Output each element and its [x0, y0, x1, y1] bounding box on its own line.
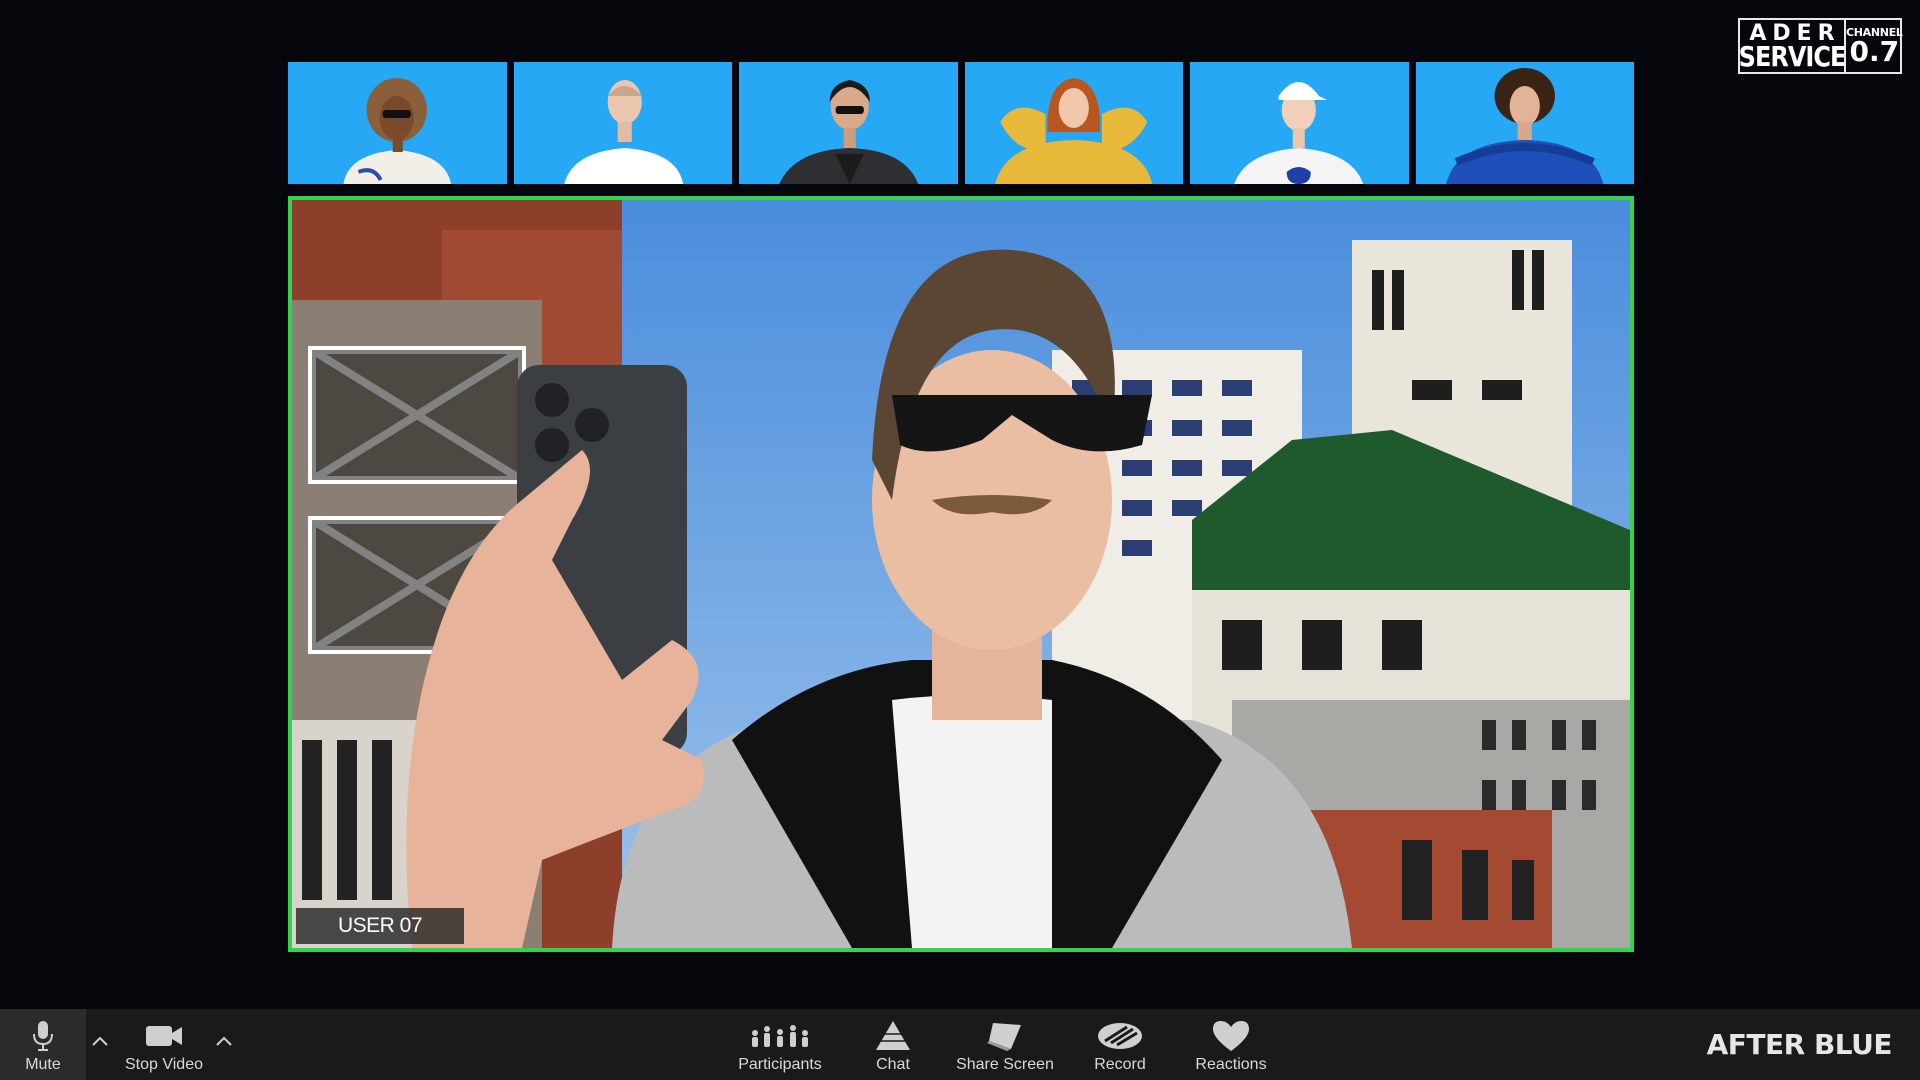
audio-options-chevron-up-icon[interactable]	[88, 1031, 112, 1051]
person-silhouette-icon	[343, 78, 452, 184]
person-silhouette-icon	[1234, 82, 1364, 184]
share-screen-button[interactable]: Share Screen	[950, 1009, 1060, 1080]
after-blue-logo: AFTER BLUE	[1706, 1028, 1893, 1061]
participants-label: Participants	[738, 1056, 822, 1073]
video-options-chevron-up-icon[interactable]	[212, 1031, 236, 1051]
brand-line-2: SERVICE	[1738, 40, 1847, 74]
participant-thumbnail-1[interactable]	[288, 62, 507, 184]
record-label: Record	[1094, 1056, 1146, 1073]
brand-logo-left: ADER SERVICE	[1738, 20, 1847, 74]
person-silhouette-icon	[779, 80, 919, 184]
video-camera-icon	[145, 1018, 183, 1054]
participant-thumbnail-2[interactable]	[513, 62, 732, 184]
heart-icon	[1211, 1018, 1251, 1054]
meeting-toolbar: Mute Stop Video Participants Chat Share …	[0, 1009, 1920, 1080]
participant-thumbnail-5[interactable]	[1190, 62, 1409, 184]
share-screen-label: Share Screen	[956, 1056, 1054, 1073]
record-button[interactable]: Record	[1085, 1009, 1155, 1080]
person-silhouette-icon	[1445, 68, 1603, 184]
brand-logo-right: CHANNEL 0.7	[1846, 20, 1903, 72]
person-silhouette-icon	[563, 80, 683, 184]
participant-thumbnail-4[interactable]	[964, 62, 1183, 184]
chat-label: Chat	[876, 1056, 910, 1073]
chat-pyramid-icon	[875, 1018, 911, 1054]
record-disc-icon	[1097, 1018, 1143, 1054]
chat-button[interactable]: Chat	[862, 1009, 924, 1080]
speaker-name-tag: USER 07	[296, 908, 464, 944]
brand-logo: ADER SERVICE CHANNEL 0.7	[1738, 18, 1903, 74]
reactions-label: Reactions	[1195, 1056, 1267, 1073]
person-silhouette-icon	[994, 78, 1152, 184]
participants-icon	[749, 1018, 811, 1054]
reactions-button[interactable]: Reactions	[1190, 1009, 1272, 1080]
participant-thumbnail-3[interactable]	[739, 62, 958, 184]
active-speaker-video[interactable]: USER 07	[288, 196, 1634, 952]
mute-button[interactable]: Mute	[0, 1009, 86, 1080]
participants-button[interactable]: Participants	[730, 1009, 830, 1080]
participant-strip	[288, 62, 1634, 184]
participant-thumbnail-6[interactable]	[1415, 62, 1634, 184]
video-call-window: ADER SERVICE CHANNEL 0.7 USER 07 Mute St…	[0, 0, 1920, 1080]
speaker-video-frame-icon	[292, 200, 1630, 948]
brand-channel-number: 0.7	[1849, 34, 1900, 68]
stop-video-button[interactable]: Stop Video	[116, 1009, 212, 1080]
microphone-icon	[32, 1018, 54, 1054]
mute-label: Mute	[25, 1056, 61, 1073]
share-screen-icon	[987, 1018, 1023, 1054]
stop-video-label: Stop Video	[125, 1056, 203, 1073]
